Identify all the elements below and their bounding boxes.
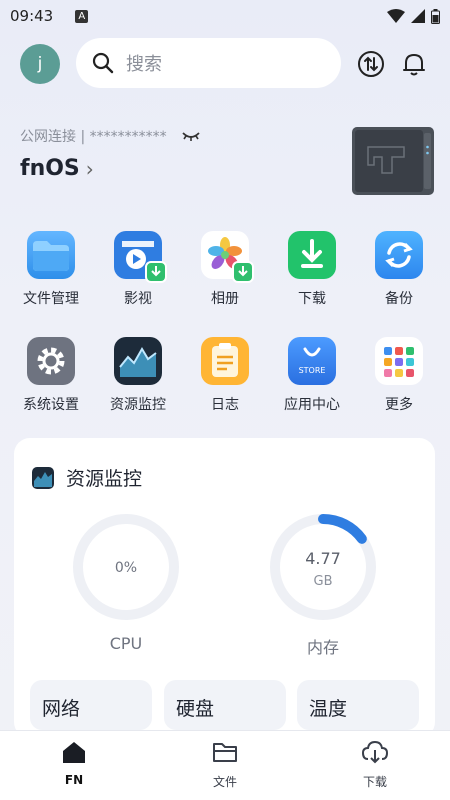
app-label: 系统设置 — [23, 397, 79, 413]
temperature-card[interactable]: 温度 — [297, 680, 419, 730]
tab-label: 下载 — [362, 775, 387, 789]
memory-unit: GB — [314, 574, 333, 589]
device-name[interactable]: fnOS › — [20, 156, 94, 181]
app-label: 相册 — [211, 291, 239, 307]
bell-icon[interactable] — [400, 50, 428, 78]
app-label: 文件管理 — [23, 291, 79, 307]
header: j 搜索 — [0, 36, 450, 92]
signal-icon — [411, 9, 425, 23]
status-icons — [387, 8, 440, 24]
tab-label: 文件 — [212, 775, 237, 789]
folder-icon — [27, 231, 75, 279]
folder-outline-icon — [213, 743, 237, 762]
more-icon — [375, 337, 423, 385]
app-app-center[interactable]: STORE 应用中心 — [272, 337, 352, 414]
cpu-gauge: 0% CPU — [71, 512, 181, 653]
app-label: 更多 — [385, 397, 413, 413]
eye-closed-icon[interactable] — [181, 130, 201, 142]
disk-card[interactable]: 硬盘 — [164, 680, 286, 730]
app-more[interactable]: 更多 — [359, 337, 439, 414]
search-icon — [92, 52, 114, 74]
monitor-icon — [114, 337, 162, 385]
memory-ring: 4.77 GB — [270, 514, 376, 620]
chevron-right-icon: › — [85, 156, 94, 181]
app-label: 应用中心 — [284, 397, 340, 413]
status-time: 09:43 — [10, 7, 54, 25]
cpu-ring: 0% — [73, 514, 179, 620]
nas-device-image — [352, 127, 434, 195]
tab-downloads[interactable]: 下载 — [335, 739, 415, 790]
tab-label: FN — [64, 773, 84, 787]
resource-monitor-card[interactable]: 资源监控 0% CPU 4.77 GB 内存 网络 硬盘 温度 — [14, 438, 435, 738]
disk-card-title: 硬盘 — [176, 698, 215, 720]
app-file-manager[interactable]: 文件管理 — [11, 231, 91, 308]
search-bar[interactable]: 搜索 — [76, 38, 341, 88]
video-icon — [114, 231, 167, 283]
cpu-value: 0% — [115, 560, 137, 576]
backup-icon — [375, 231, 423, 279]
tab-fn[interactable]: FN — [34, 739, 114, 787]
connection-label: 公网连接 | *********** — [20, 129, 167, 145]
card-title: 资源监控 — [32, 464, 142, 491]
cloud-download-icon — [361, 740, 389, 764]
connection-status: 公网连接 | *********** — [20, 126, 201, 146]
app-log[interactable]: 日志 — [185, 337, 265, 414]
app-video[interactable]: 影视 — [98, 231, 178, 308]
tab-files[interactable]: 文件 — [185, 739, 265, 790]
download-badge-icon — [145, 261, 167, 283]
a-notification-icon: A — [75, 9, 89, 23]
avatar[interactable]: j — [20, 44, 60, 84]
memory-gauge: 4.77 GB 内存 — [268, 512, 378, 658]
app-label: 资源监控 — [110, 397, 166, 413]
network-card-title: 网络 — [42, 698, 81, 720]
photos-icon — [201, 231, 254, 283]
memory-value: 4.77 — [305, 549, 341, 568]
memory-label: 内存 — [306, 638, 339, 657]
cpu-label: CPU — [109, 634, 143, 653]
log-icon — [201, 337, 249, 385]
app-download[interactable]: 下载 — [272, 231, 352, 308]
device-name-text: fnOS — [20, 156, 80, 181]
store-badge-text: STORE — [298, 366, 326, 375]
store-icon: STORE — [288, 337, 336, 385]
status-bar: 09:43 A — [0, 0, 450, 32]
search-placeholder: 搜索 — [126, 54, 162, 75]
home-icon — [63, 742, 85, 763]
app-photos[interactable]: 相册 — [185, 231, 265, 308]
app-label: 影视 — [124, 291, 152, 307]
wifi-icon — [387, 9, 405, 23]
transfer-icon[interactable] — [357, 50, 385, 78]
card-title-text: 资源监控 — [66, 468, 143, 490]
download-icon — [288, 231, 336, 279]
app-label: 备份 — [385, 291, 413, 307]
app-resource-monitor[interactable]: 资源监控 — [98, 337, 178, 414]
app-backup[interactable]: 备份 — [359, 231, 439, 308]
battery-icon — [431, 8, 440, 24]
app-system-settings[interactable]: 系统设置 — [11, 337, 91, 414]
download-badge-icon — [232, 261, 254, 283]
bottom-tab-bar: FN 文件 下载 — [0, 730, 450, 800]
app-label: 下载 — [298, 291, 326, 307]
app-label: 日志 — [211, 397, 239, 413]
temperature-card-title: 温度 — [309, 698, 348, 720]
monitor-mini-icon — [32, 466, 54, 489]
network-card[interactable]: 网络 — [30, 680, 152, 730]
gear-icon — [27, 337, 75, 385]
